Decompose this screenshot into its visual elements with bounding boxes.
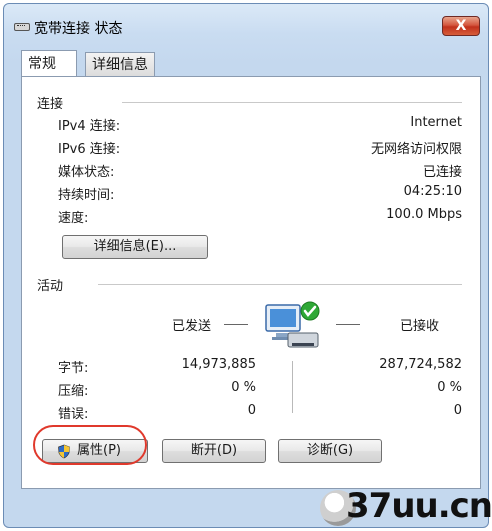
speed-label: 速度: — [58, 211, 89, 226]
duration-label: 持续时间: — [58, 188, 115, 203]
watermark-text: 37uu.cn — [346, 486, 492, 526]
title-bar[interactable]: 宽带连接 状态 X — [4, 4, 488, 44]
tab-general[interactable]: 常规 — [21, 50, 77, 76]
details-button[interactable]: 详细信息(E)... — [62, 235, 208, 259]
ipv6-value: 无网络访问权限 — [370, 142, 462, 157]
close-button[interactable]: X — [442, 16, 480, 36]
sent-label: 已发送 — [172, 319, 212, 334]
compression-label: 压缩: — [58, 384, 89, 399]
bytes-label: 字节: — [58, 361, 89, 376]
duration-value: 04:25:10 — [403, 184, 462, 199]
tab-details[interactable]: 详细信息 — [85, 52, 155, 76]
sent-connector-line — [224, 324, 248, 325]
network-computers-icon — [265, 301, 320, 348]
media-state-value: 已连接 — [422, 165, 462, 180]
speed-value: 100.0 Mbps — [386, 207, 462, 222]
diagnose-button[interactable]: 诊断(G) — [278, 439, 382, 463]
bytes-sent-value: 14,973,885 — [181, 357, 256, 372]
activity-divider — [292, 361, 293, 413]
ipv6-label: IPv6 连接: — [58, 142, 121, 157]
media-state-label: 媒体状态: — [58, 165, 115, 180]
errors-received-value: 0 — [453, 403, 462, 418]
compression-received-value: 0 % — [437, 380, 462, 395]
window-title: 宽带连接 状态 — [34, 21, 123, 37]
errors-label: 错误: — [58, 407, 89, 422]
properties-highlight-annotation — [33, 425, 147, 465]
received-label: 已接收 — [400, 319, 440, 334]
activity-separator — [98, 284, 462, 285]
compression-sent-value: 0 % — [231, 380, 256, 395]
watermark: 37uu.cn — [320, 486, 492, 528]
received-connector-line — [336, 324, 360, 325]
connection-section-label: 连接 — [37, 97, 64, 112]
connection-separator — [122, 102, 462, 103]
activity-section-label: 活动 — [37, 279, 64, 294]
ipv4-value: Internet — [410, 115, 462, 130]
network-adapter-icon — [14, 23, 30, 31]
disconnect-button[interactable]: 断开(D) — [162, 439, 266, 463]
bytes-received-value: 287,724,582 — [379, 357, 462, 372]
ipv4-label: IPv4 连接: — [58, 119, 121, 134]
errors-sent-value: 0 — [247, 403, 256, 418]
